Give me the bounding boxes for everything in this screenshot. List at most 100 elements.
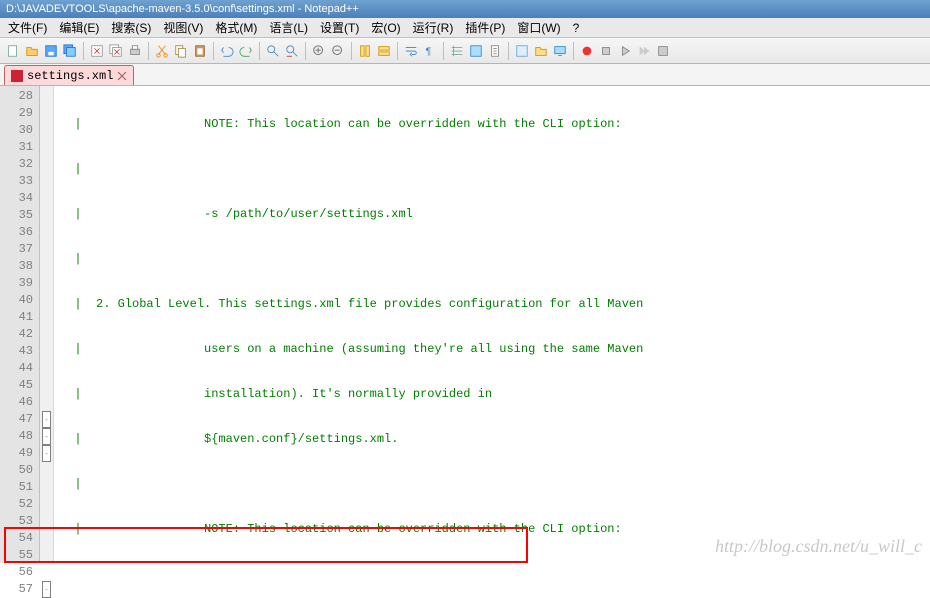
fold-cell: [40, 224, 53, 241]
line-number: 30: [0, 122, 39, 139]
sync-h-icon[interactable]: [375, 42, 393, 60]
toolbar-separator: [259, 42, 260, 60]
zoom-in-icon[interactable]: [310, 42, 328, 60]
show-all-chars-icon[interactable]: ¶: [421, 42, 439, 60]
menu-settings[interactable]: 设置(T): [314, 17, 365, 38]
open-file-icon[interactable]: [23, 42, 41, 60]
undo-icon[interactable]: [218, 42, 236, 60]
folder-icon[interactable]: [532, 42, 550, 60]
editor[interactable]: 2829303132333435363738394041424344454647…: [0, 86, 930, 563]
stop-icon[interactable]: [597, 42, 615, 60]
tabbar: settings.xml: [0, 64, 930, 86]
toolbar-separator: [351, 42, 352, 60]
code-line: |: [60, 162, 82, 176]
menu-window[interactable]: 窗口(W): [511, 17, 566, 38]
fold-cell: [40, 530, 53, 547]
toolbar-separator: [148, 42, 149, 60]
indent-guide-icon[interactable]: [448, 42, 466, 60]
file-type-icon: [11, 70, 23, 82]
fold-cell: [40, 360, 53, 377]
toolbar-separator: [508, 42, 509, 60]
new-file-icon[interactable]: [4, 42, 22, 60]
fold-cell: [40, 343, 53, 360]
line-number: 38: [0, 258, 39, 275]
line-number: 28: [0, 88, 39, 105]
redo-icon[interactable]: [237, 42, 255, 60]
fold-cell: [40, 564, 53, 581]
close-all-icon[interactable]: [107, 42, 125, 60]
play-multi-icon[interactable]: [635, 42, 653, 60]
fold-cell: [40, 173, 53, 190]
copy-icon[interactable]: [172, 42, 190, 60]
line-number: 56: [0, 564, 39, 581]
line-number: 31: [0, 139, 39, 156]
zoom-out-icon[interactable]: [329, 42, 347, 60]
fold-cell: [40, 513, 53, 530]
window-title: D:\JAVADEVTOOLS\apache-maven-3.5.0\conf\…: [6, 3, 359, 15]
doc-map-icon[interactable]: [486, 42, 504, 60]
line-number: 29: [0, 105, 39, 122]
play-icon[interactable]: [616, 42, 634, 60]
titlebar: D:\JAVADEVTOOLS\apache-maven-3.5.0\conf\…: [0, 0, 930, 18]
toolbar-separator: [305, 42, 306, 60]
close-icon[interactable]: [88, 42, 106, 60]
menu-format[interactable]: 格式(M): [209, 17, 263, 38]
tab-settings-xml[interactable]: settings.xml: [4, 65, 134, 85]
fold-toggle-icon[interactable]: -: [42, 411, 51, 428]
replace-icon[interactable]: [283, 42, 301, 60]
save-icon[interactable]: [42, 42, 60, 60]
line-number: 49: [0, 445, 39, 462]
menu-macro[interactable]: 宏(O): [365, 17, 406, 38]
save-macro-icon[interactable]: [654, 42, 672, 60]
wordwrap-icon[interactable]: [402, 42, 420, 60]
menu-file[interactable]: 文件(F): [2, 17, 53, 38]
menu-language[interactable]: 语言(L): [263, 17, 314, 38]
fold-toggle-icon[interactable]: -: [42, 445, 51, 462]
cut-icon[interactable]: [153, 42, 171, 60]
fold-column: ----: [40, 86, 54, 563]
close-icon[interactable]: [117, 71, 127, 81]
func-list-icon[interactable]: [513, 42, 531, 60]
line-number: 42: [0, 326, 39, 343]
code-area[interactable]: | NOTE: This location can be overridden …: [54, 86, 930, 563]
toolbar-separator: [573, 42, 574, 60]
line-number: 34: [0, 190, 39, 207]
code-line: | installation). It's normally provided …: [60, 387, 492, 401]
line-number: 36: [0, 224, 39, 241]
fold-cell: [40, 122, 53, 139]
lang-icon[interactable]: [467, 42, 485, 60]
line-number: 37: [0, 241, 39, 258]
paste-icon[interactable]: [191, 42, 209, 60]
fold-toggle-icon[interactable]: -: [42, 428, 51, 445]
fold-cell: -: [40, 411, 53, 428]
fold-cell: [40, 156, 53, 173]
menu-plugins[interactable]: 插件(P): [459, 17, 511, 38]
fold-cell: [40, 496, 53, 513]
print-icon[interactable]: [126, 42, 144, 60]
find-icon[interactable]: [264, 42, 282, 60]
tab-label: settings.xml: [27, 69, 113, 83]
menubar: 文件(F) 编辑(E) 搜索(S) 视图(V) 格式(M) 语言(L) 设置(T…: [0, 18, 930, 38]
line-number: 53: [0, 513, 39, 530]
menu-view[interactable]: 视图(V): [157, 17, 209, 38]
record-icon[interactable]: [578, 42, 596, 60]
sync-v-icon[interactable]: [356, 42, 374, 60]
monitor-icon[interactable]: [551, 42, 569, 60]
line-number: 40: [0, 292, 39, 309]
fold-cell: -: [40, 428, 53, 445]
line-number: 45: [0, 377, 39, 394]
line-number: 39: [0, 275, 39, 292]
line-number: 52: [0, 496, 39, 513]
svg-text:¶: ¶: [426, 45, 432, 57]
menu-edit[interactable]: 编辑(E): [53, 17, 105, 38]
menu-help[interactable]: ?: [567, 19, 586, 37]
menu-search[interactable]: 搜索(S): [105, 17, 157, 38]
fold-cell: [40, 326, 53, 343]
save-all-icon[interactable]: [61, 42, 79, 60]
toolbar-separator: [213, 42, 214, 60]
fold-toggle-icon[interactable]: -: [42, 581, 51, 598]
fold-cell: [40, 292, 53, 309]
code-line: | users on a machine (assuming they're a…: [60, 342, 643, 356]
line-number: 55: [0, 547, 39, 564]
menu-run[interactable]: 运行(R): [407, 17, 460, 38]
